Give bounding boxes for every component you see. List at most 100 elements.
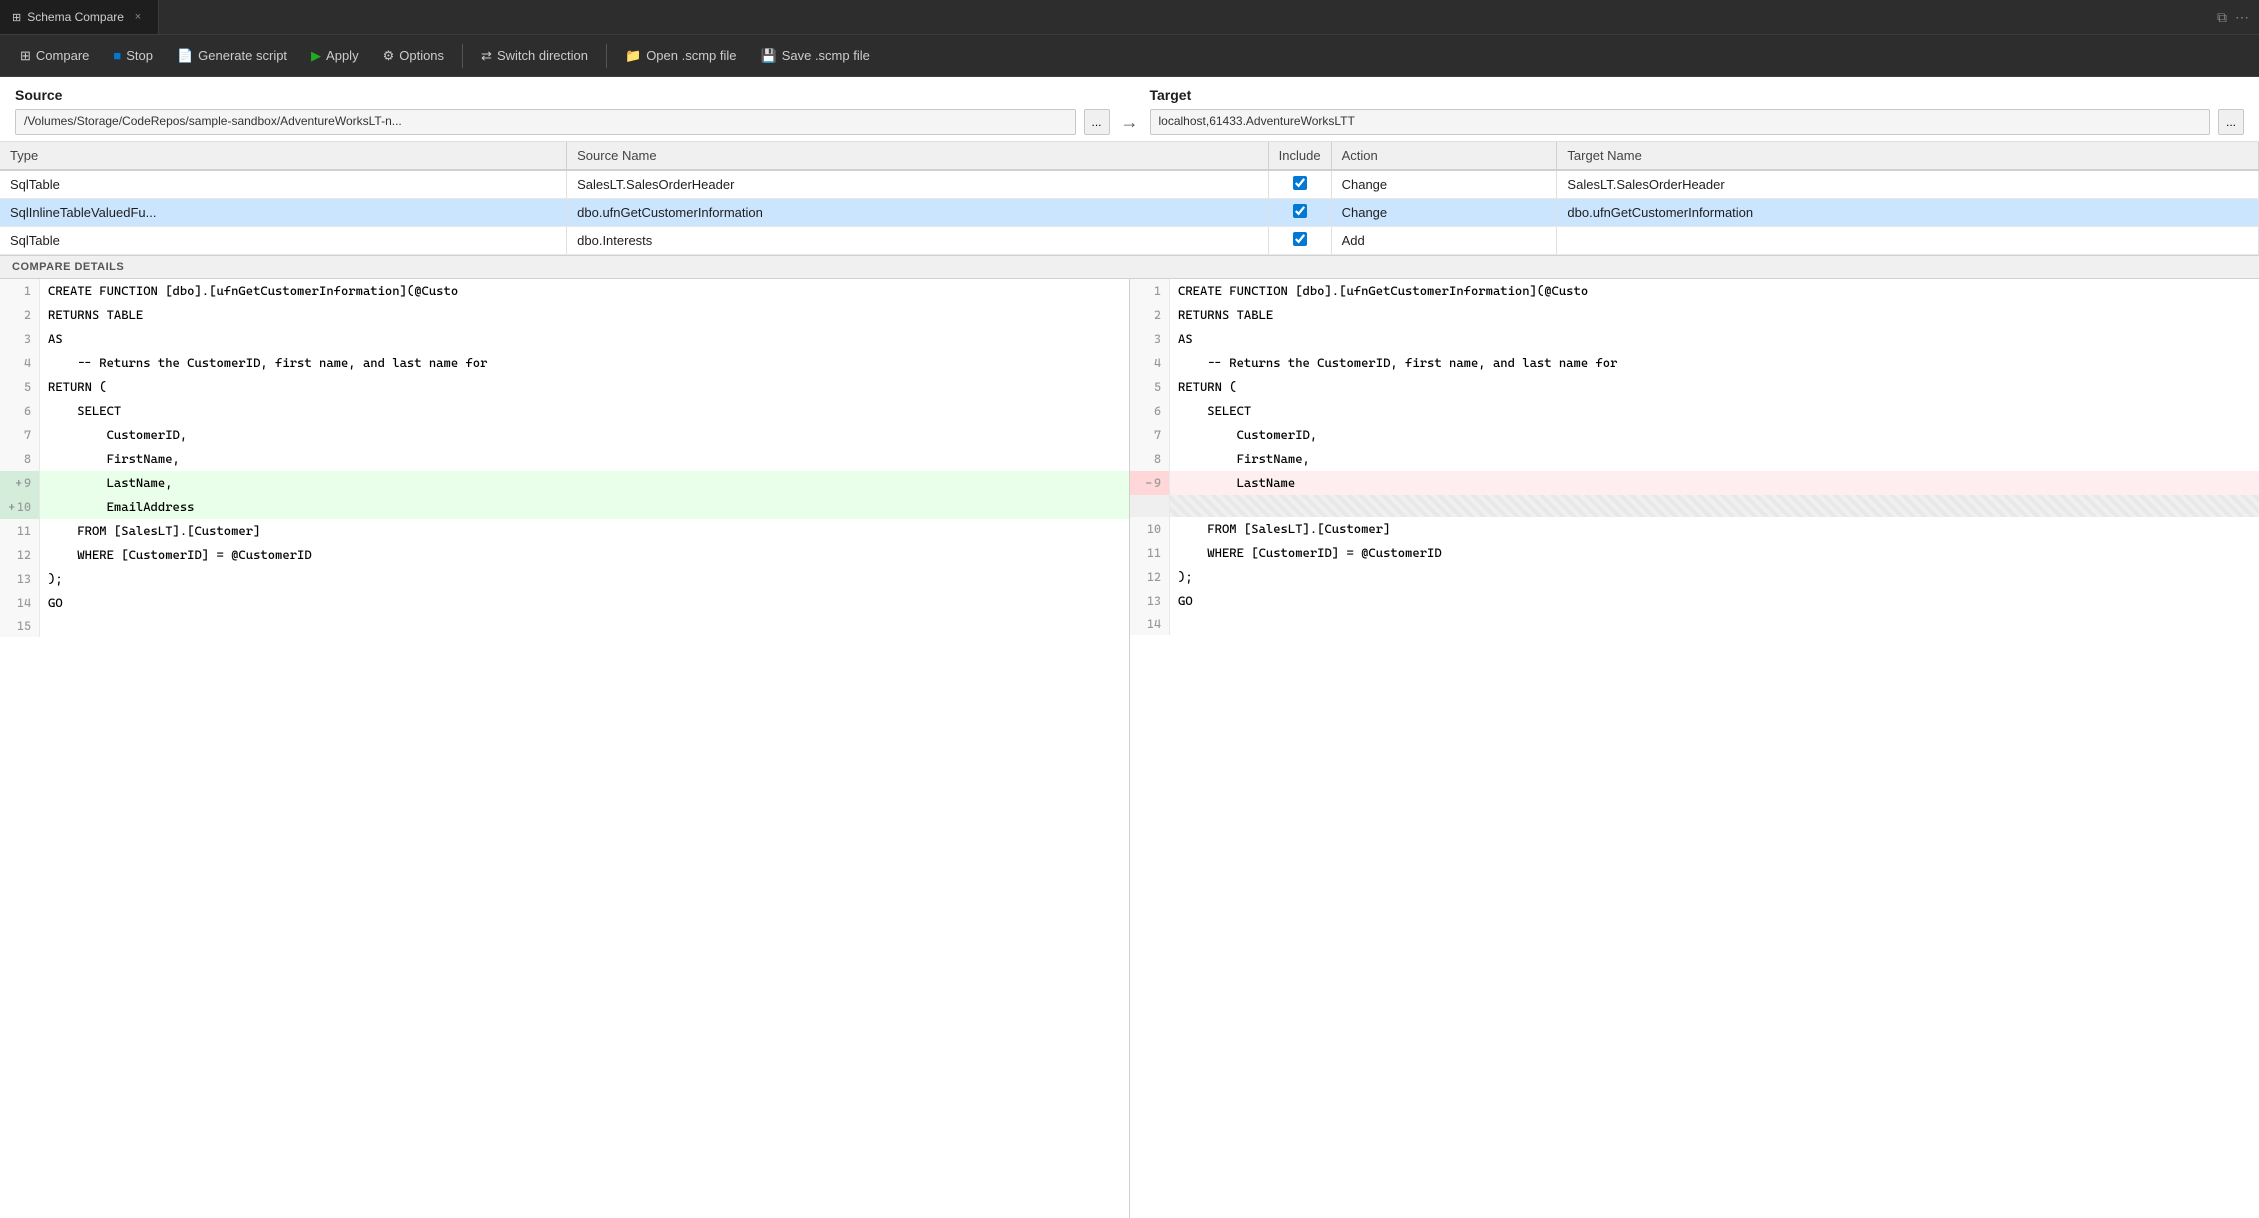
diff-line: 15 [0,615,1129,637]
more-actions-button[interactable]: ⋯ [2235,9,2249,26]
table-row[interactable]: SqlTable dbo.Interests Add [0,227,2259,255]
diff-line: 5 RETURN ( [1130,375,2259,399]
line-content: LastName [1170,471,2259,495]
cell-include[interactable] [1268,227,1331,255]
diff-line: 1 CREATE FUNCTION [dbo].[ufnGetCustomerI… [1130,279,2259,303]
diff-line: +10 EmailAddress [0,495,1129,519]
line-content: FirstName, [40,447,1129,471]
line-content: ); [40,567,1129,591]
col-type: Type [0,142,567,170]
compare-icon: ⊞ [20,48,31,64]
cell-source-name: dbo.Interests [567,227,1269,255]
include-checkbox[interactable] [1293,204,1307,218]
line-number: 5 [0,375,40,399]
line-number: +9 [0,471,40,495]
generate-script-button[interactable]: 📄 Generate script [167,44,297,68]
line-number [1130,495,1170,517]
cell-type: SqlInlineTableValuedFu... [0,199,567,227]
diff-line: 5 RETURN ( [0,375,1129,399]
apply-button[interactable]: ▶ Apply [301,44,369,68]
diff-panel-left[interactable]: 1 CREATE FUNCTION [dbo].[ufnGetCustomerI… [0,279,1130,1218]
line-content: RETURN ( [40,375,1129,399]
line-content: LastName, [40,471,1129,495]
col-action: Action [1331,142,1557,170]
tab-actions: ⧉ ⋯ [2217,9,2259,26]
line-content: SELECT [1170,399,2259,423]
col-include: Include [1268,142,1331,170]
col-target-name: Target Name [1557,142,2259,170]
diff-line: 2 RETURNS TABLE [0,303,1129,327]
line-number: 4 [1130,351,1170,375]
table-row[interactable]: SqlInlineTableValuedFu... dbo.ufnGetCust… [0,199,2259,227]
line-content: RETURNS TABLE [1170,303,2259,327]
source-path-row: /Volumes/Storage/CodeRepos/sample-sandbo… [15,109,1110,135]
open-scmp-button[interactable]: 📁 Open .scmp file [615,44,747,68]
cell-include[interactable] [1268,170,1331,199]
diff-panel-right[interactable]: 1 CREATE FUNCTION [dbo].[ufnGetCustomerI… [1130,279,2259,1218]
cell-include[interactable] [1268,199,1331,227]
cell-type: SqlTable [0,170,567,199]
source-section: Source /Volumes/Storage/CodeRepos/sample… [15,87,1110,135]
line-number: 12 [1130,565,1170,589]
line-number: 14 [1130,613,1170,635]
target-path-input[interactable]: localhost,61433.AdventureWorksLTT [1150,109,2211,135]
line-content: ); [1170,565,2259,589]
diff-left-content: 1 CREATE FUNCTION [dbo].[ufnGetCustomerI… [0,279,1129,637]
line-number: 12 [0,543,40,567]
line-number: 2 [1130,303,1170,327]
diff-line: 13 ); [0,567,1129,591]
table-row[interactable]: SqlTable SalesLT.SalesOrderHeader Change… [0,170,2259,199]
cell-target-name [1557,227,2259,255]
stop-button[interactable]: ■ Stop [103,44,163,67]
save-scmp-icon: 💾 [761,48,777,64]
separator-2 [606,44,607,68]
diff-line: 14 [1130,613,2259,635]
line-content: FROM [SalesLT].[Customer] [40,519,1129,543]
diff-line: 8 FirstName, [1130,447,2259,471]
source-path-input[interactable]: /Volumes/Storage/CodeRepos/sample-sandbo… [15,109,1076,135]
schema-compare-tab[interactable]: ⊞ Schema Compare × [0,0,159,34]
options-button[interactable]: ⚙ Options [373,44,454,68]
line-number: 13 [0,567,40,591]
line-marker: + [16,477,22,490]
direction-arrow: → [1110,112,1150,135]
line-content: CustomerID, [1170,423,2259,447]
include-checkbox[interactable] [1293,176,1307,190]
cell-action: Change [1331,199,1557,227]
diff-line: 10 FROM [SalesLT].[Customer] [1130,517,2259,541]
save-scmp-button[interactable]: 💾 Save .scmp file [751,44,880,68]
line-number: 2 [0,303,40,327]
line-number: 13 [1130,589,1170,613]
line-number: 1 [0,279,40,303]
diff-line: +9 LastName, [0,471,1129,495]
switch-direction-button[interactable]: ⇄ Switch direction [471,44,598,68]
split-editor-button[interactable]: ⧉ [2217,9,2227,26]
include-checkbox[interactable] [1293,232,1307,246]
compare-table-container: Type Source Name Include Action Target N… [0,142,2259,255]
target-more-button[interactable]: ... [2218,109,2244,135]
apply-icon: ▶ [311,48,321,64]
line-content: GO [40,591,1129,615]
diff-line: 1 CREATE FUNCTION [dbo].[ufnGetCustomerI… [0,279,1129,303]
line-number: 14 [0,591,40,615]
compare-button[interactable]: ⊞ Compare [10,44,99,68]
line-content: WHERE [CustomerID] = @CustomerID [1170,541,2259,565]
line-content: SELECT [40,399,1129,423]
diff-line: 4 -- Returns the CustomerID, first name,… [0,351,1129,375]
line-content: FROM [SalesLT].[Customer] [1170,517,2259,541]
generate-script-icon: 📄 [177,48,193,64]
line-number: 11 [1130,541,1170,565]
tab-close-button[interactable]: × [130,9,146,25]
separator-1 [462,44,463,68]
stop-icon: ■ [113,48,121,63]
line-content: AS [1170,327,2259,351]
source-more-button[interactable]: ... [1084,109,1110,135]
diff-line: 6 SELECT [0,399,1129,423]
diff-line [1130,495,2259,517]
line-number: 6 [1130,399,1170,423]
line-content: AS [40,327,1129,351]
diff-line: 12 ); [1130,565,2259,589]
line-number: 4 [0,351,40,375]
target-label: Target [1150,87,2245,103]
line-content: -- Returns the CustomerID, first name, a… [1170,351,2259,375]
